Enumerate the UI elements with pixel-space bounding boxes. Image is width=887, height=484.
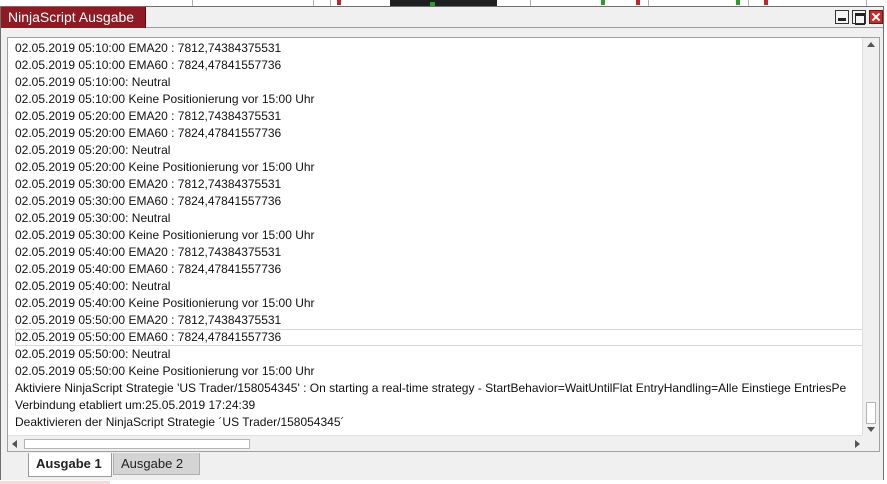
close-button[interactable] xyxy=(869,10,883,24)
output-line: 02.05.2019 05:30:00 EMA20 : 7812,7438437… xyxy=(15,177,282,191)
output-line: 02.05.2019 05:10:00 Keine Positionierung… xyxy=(15,92,315,106)
output-line: 02.05.2019 05:40:00 EMA60 : 7824,4784155… xyxy=(15,262,282,276)
chart-candle-down xyxy=(337,0,341,5)
window-title: NinjaScript Ausgabe xyxy=(1,7,146,28)
scrollbar-corner xyxy=(862,435,879,451)
output-line: 02.05.2019 05:30:00 Keine Positionierung… xyxy=(15,228,315,242)
output-line: Verbindung etabliert um:25.05.2019 17:24… xyxy=(15,398,256,412)
output-line: Aktiviere NinjaScript Strategie 'US Trad… xyxy=(15,381,847,395)
output-tab-strip: Ausgabe 1 Ausgabe 2 xyxy=(1,453,883,480)
output-line: 02.05.2019 05:50:00 EMA20 : 7812,7438437… xyxy=(15,313,282,327)
output-line: Deaktivieren der NinjaScript Strategie ´… xyxy=(15,415,345,429)
output-line: 02.05.2019 05:40:00 Keine Positionierung… xyxy=(15,296,315,310)
chart-candle-down xyxy=(764,0,768,5)
output-pane[interactable]: 02.05.2019 05:10:00 EMA20 : 7812,7438437… xyxy=(7,37,880,452)
output-line: 02.05.2019 05:20:00 EMA60 : 7824,4784155… xyxy=(15,126,282,140)
chart-candle-up xyxy=(601,0,605,5)
output-line: 02.05.2019 05:40:00 EMA20 : 7812,7438437… xyxy=(15,245,282,259)
output-line: 02.05.2019 05:10:00 EMA60 : 7824,4784155… xyxy=(15,58,282,72)
ninjascript-output-window: NinjaScript Ausgabe 02.05.2019 05:10:00 … xyxy=(0,6,884,480)
maximize-button[interactable] xyxy=(852,10,866,25)
horizontal-scroll-thumb[interactable] xyxy=(24,439,250,449)
chart-candle-up xyxy=(736,0,740,5)
minimize-button[interactable] xyxy=(835,10,849,24)
output-line: 02.05.2019 05:40:00: Neutral xyxy=(15,279,171,293)
vertical-scrollbar[interactable] xyxy=(862,38,879,436)
output-line: 02.05.2019 05:30:00: Neutral xyxy=(15,211,171,225)
scroll-down-icon[interactable] xyxy=(867,427,875,432)
scroll-right-icon[interactable] xyxy=(855,440,860,448)
horizontal-scrollbar[interactable] xyxy=(8,435,864,451)
output-line: 02.05.2019 05:50:00 Keine Positionierung… xyxy=(15,364,315,378)
scroll-left-icon[interactable] xyxy=(12,440,17,448)
output-line: 02.05.2019 05:50:00 EMA60 : 7824,4784155… xyxy=(15,329,864,346)
output-line: 02.05.2019 05:10:00: Neutral xyxy=(15,75,171,89)
title-bar[interactable]: NinjaScript Ausgabe xyxy=(1,7,883,28)
output-text-area[interactable]: 02.05.2019 05:10:00 EMA20 : 7812,7438437… xyxy=(8,38,864,436)
output-line: 02.05.2019 05:20:00 Keine Positionierung… xyxy=(15,160,315,174)
output-line: 02.05.2019 05:50:00: Neutral xyxy=(15,347,171,361)
output-line: 02.05.2019 05:20:00: Neutral xyxy=(15,143,171,157)
scroll-up-icon[interactable] xyxy=(867,42,875,47)
output-line: 02.05.2019 05:10:00 EMA20 : 7812,7438437… xyxy=(15,41,282,55)
tab-ausgabe-1[interactable]: Ausgabe 1 xyxy=(28,453,112,477)
output-line: 02.05.2019 05:30:00 EMA60 : 7824,4784155… xyxy=(15,194,282,208)
chart-candle-down xyxy=(636,0,640,5)
tab-ausgabe-2[interactable]: Ausgabe 2 xyxy=(113,453,200,475)
output-line: 02.05.2019 05:20:00 EMA20 : 7812,7438437… xyxy=(15,109,282,123)
vertical-scroll-thumb[interactable] xyxy=(866,402,876,424)
